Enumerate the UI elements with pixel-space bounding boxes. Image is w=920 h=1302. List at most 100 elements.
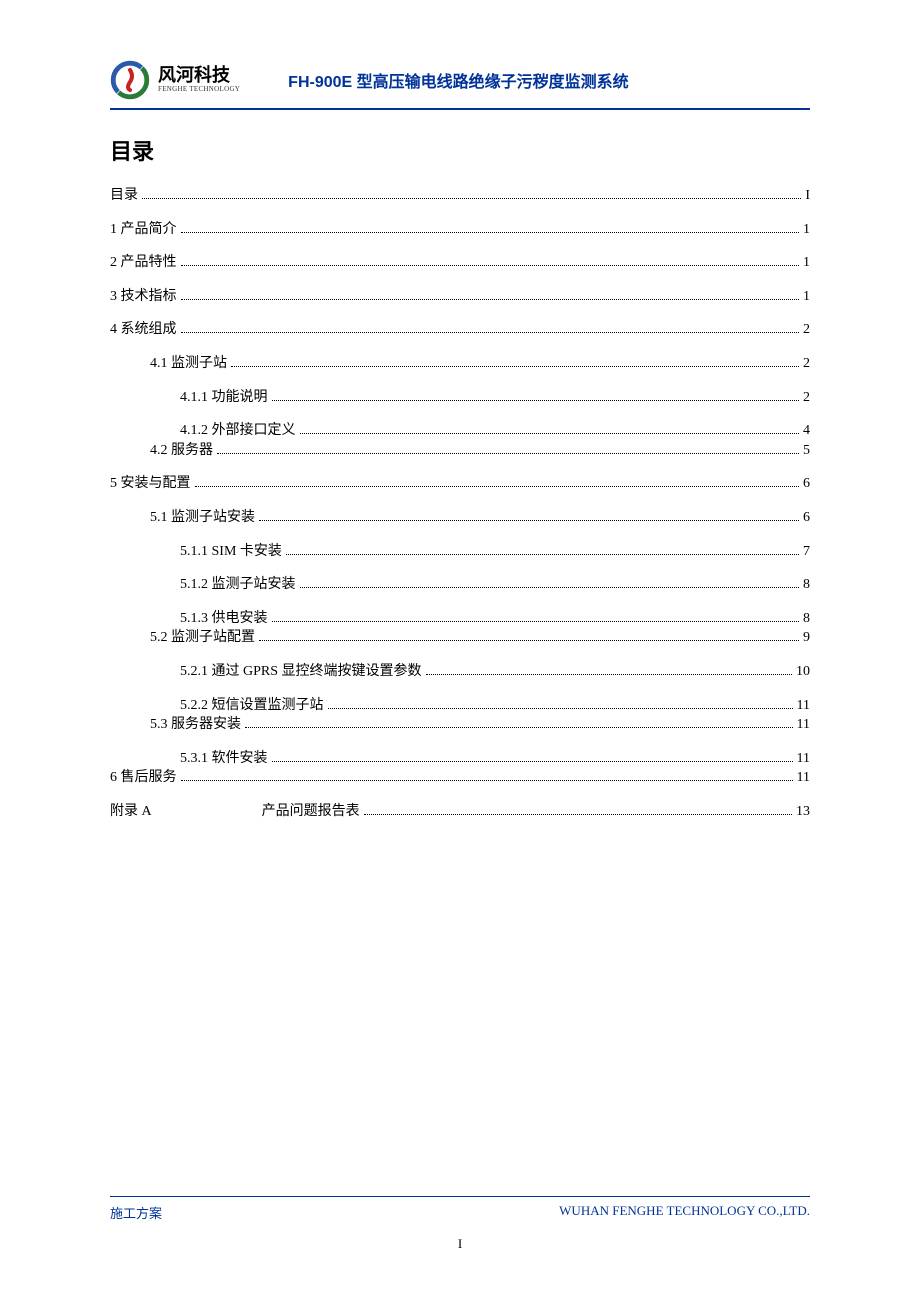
toc-dots — [231, 366, 799, 367]
toc-label: 1 产品简介 — [110, 220, 177, 240]
company-name: 风河科技 — [158, 66, 240, 86]
toc-dots — [217, 453, 799, 454]
toc-dots — [300, 433, 800, 434]
header: 风河科技 FENGHE TECHNOLOGY FH-900E 型高压输电线路绝缘… — [110, 60, 810, 100]
toc-label: 5.2 监测子站配置 — [150, 628, 255, 648]
toc-dots — [181, 232, 800, 233]
toc-dots — [272, 400, 800, 401]
toc-dots — [142, 198, 801, 199]
toc-dots — [272, 761, 793, 762]
toc-entry[interactable]: 6 售后服务 11 — [110, 768, 810, 788]
toc-dots — [181, 780, 793, 781]
toc-title: 目录 — [110, 134, 810, 166]
toc-label: 5.1 监测子站安装 — [150, 508, 255, 528]
company-text: 风河科技 FENGHE TECHNOLOGY — [158, 66, 240, 93]
toc-dots — [286, 554, 799, 555]
toc-page: 2 — [803, 320, 810, 340]
toc-dots — [181, 265, 800, 266]
toc-dots — [181, 299, 800, 300]
toc-entry[interactable]: 4.1 监测子站 2 — [150, 354, 810, 374]
toc-label: 4.1.2 外部接口定义 — [180, 421, 296, 441]
toc-dots — [259, 640, 799, 641]
toc-entry[interactable]: 5.1.3 供电安装 8 — [180, 609, 810, 629]
toc-entry[interactable]: 1 产品简介 1 — [110, 220, 810, 240]
toc-dots — [181, 332, 800, 333]
table-of-contents: 目录 I 1 产品简介 1 2 产品特性 1 3 技术指标 1 4 系统组成 2… — [110, 186, 810, 821]
toc-page: 10 — [796, 662, 810, 682]
toc-page: 1 — [803, 220, 810, 240]
toc-dots — [364, 814, 792, 815]
toc-entry[interactable]: 5.1 监测子站安装 6 — [150, 508, 810, 528]
toc-dots — [328, 708, 793, 709]
toc-dots — [272, 621, 800, 622]
toc-label: 4.1.1 功能说明 — [180, 388, 268, 408]
toc-label: 3 技术指标 — [110, 287, 177, 307]
toc-page: 11 — [797, 749, 810, 769]
toc-entry[interactable]: 2 产品特性 1 — [110, 253, 810, 273]
toc-label: 5.1.2 监测子站安装 — [180, 575, 296, 595]
toc-entry[interactable]: 5.1.1 SIM 卡安装 7 — [180, 542, 810, 562]
toc-label: 产品问题报告表 — [262, 802, 360, 822]
toc-page: 4 — [803, 421, 810, 441]
header-divider — [110, 108, 810, 110]
document-title: FH-900E 型高压输电线路绝缘子污秽度监测系统 — [288, 68, 628, 92]
toc-page: 7 — [803, 542, 810, 562]
toc-page: 5 — [803, 441, 810, 461]
toc-dots — [245, 727, 793, 728]
toc-dots — [195, 486, 800, 487]
toc-page: 1 — [803, 253, 810, 273]
toc-label: 5.1.1 SIM 卡安装 — [180, 542, 282, 562]
toc-label: 4.1 监测子站 — [150, 354, 227, 374]
toc-page: 11 — [797, 696, 810, 716]
toc-label: 5.1.3 供电安装 — [180, 609, 268, 629]
toc-label: 2 产品特性 — [110, 253, 177, 273]
footer-divider — [110, 1196, 810, 1197]
toc-page: 6 — [803, 508, 810, 528]
page-number: I — [458, 1236, 462, 1252]
toc-entry[interactable]: 5 安装与配置 6 — [110, 474, 810, 494]
toc-page: I — [805, 186, 810, 206]
toc-label: 5 安装与配置 — [110, 474, 191, 494]
toc-label: 5.2.1 通过 GPRS 显控终端按键设置参数 — [180, 662, 422, 682]
toc-entry[interactable]: 附录 A 产品问题报告表 13 — [110, 802, 810, 822]
toc-page: 8 — [803, 575, 810, 595]
toc-page: 2 — [803, 354, 810, 374]
company-logo-icon — [110, 60, 150, 100]
toc-label: 5.3 服务器安装 — [150, 715, 241, 735]
toc-page: 13 — [796, 802, 810, 822]
toc-page: 9 — [803, 628, 810, 648]
toc-page: 8 — [803, 609, 810, 629]
footer-content: 施工方案 WUHAN FENGHE TECHNOLOGY CO.,LTD. — [110, 1203, 810, 1222]
toc-entry[interactable]: 5.2.2 短信设置监测子站 11 — [180, 696, 810, 716]
toc-label: 4 系统组成 — [110, 320, 177, 340]
footer-right: WUHAN FENGHE TECHNOLOGY CO.,LTD. — [559, 1203, 810, 1222]
toc-entry[interactable]: 4 系统组成 2 — [110, 320, 810, 340]
toc-entry[interactable]: 目录 I — [110, 186, 810, 206]
toc-page: 2 — [803, 388, 810, 408]
toc-dots — [426, 674, 792, 675]
toc-entry[interactable]: 4.1.2 外部接口定义 4 — [180, 421, 810, 441]
toc-label: 4.2 服务器 — [150, 441, 213, 461]
toc-entry[interactable]: 4.2 服务器 5 — [150, 441, 810, 461]
toc-entry[interactable]: 3 技术指标 1 — [110, 287, 810, 307]
toc-entry[interactable]: 5.1.2 监测子站安装 8 — [180, 575, 810, 595]
toc-label: 5.2.2 短信设置监测子站 — [180, 696, 324, 716]
toc-page: 11 — [797, 715, 810, 735]
toc-page: 1 — [803, 287, 810, 307]
footer: 施工方案 WUHAN FENGHE TECHNOLOGY CO.,LTD. — [110, 1196, 810, 1222]
toc-label: 5.3.1 软件安装 — [180, 749, 268, 769]
toc-entry[interactable]: 4.1.1 功能说明 2 — [180, 388, 810, 408]
toc-dots — [259, 520, 799, 521]
toc-entry[interactable]: 5.2.1 通过 GPRS 显控终端按键设置参数 10 — [180, 662, 810, 682]
toc-entry[interactable]: 5.3.1 软件安装 11 — [180, 749, 810, 769]
toc-label: 6 售后服务 — [110, 768, 177, 788]
footer-left: 施工方案 — [110, 1203, 162, 1222]
toc-entry[interactable]: 5.3 服务器安装 11 — [150, 715, 810, 735]
toc-page: 11 — [797, 768, 810, 788]
toc-label: 目录 — [110, 186, 138, 206]
toc-entry[interactable]: 5.2 监测子站配置 9 — [150, 628, 810, 648]
company-subtitle: FENGHE TECHNOLOGY — [158, 86, 240, 94]
toc-page: 6 — [803, 474, 810, 494]
toc-dots — [300, 587, 800, 588]
toc-label: 附录 A — [110, 802, 152, 822]
